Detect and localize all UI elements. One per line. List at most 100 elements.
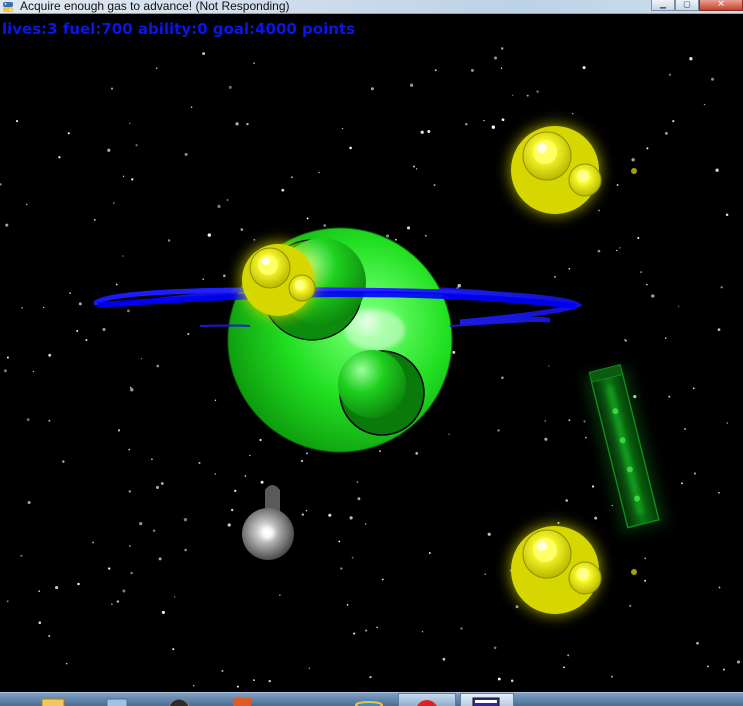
star bbox=[102, 327, 106, 332]
star bbox=[544, 420, 546, 422]
star bbox=[341, 127, 344, 130]
gas-orb[interactable] bbox=[503, 118, 607, 222]
star bbox=[415, 168, 418, 170]
taskbar bbox=[0, 692, 743, 706]
record-icon bbox=[417, 700, 437, 706]
star bbox=[32, 370, 35, 372]
minimize-icon: ▁ bbox=[659, 0, 667, 9]
star bbox=[715, 168, 719, 172]
close-button[interactable]: ✕ bbox=[699, 0, 743, 11]
star bbox=[692, 387, 695, 390]
star bbox=[152, 529, 156, 532]
star bbox=[158, 557, 162, 561]
gas-particle bbox=[631, 569, 637, 575]
star bbox=[135, 144, 138, 147]
maximize-icon: ▢ bbox=[683, 0, 691, 9]
window-icon[interactable] bbox=[102, 695, 132, 706]
star bbox=[230, 508, 234, 512]
planet-crater bbox=[338, 350, 425, 436]
star bbox=[253, 238, 256, 241]
star bbox=[598, 209, 600, 212]
star bbox=[156, 364, 160, 368]
star bbox=[6, 600, 9, 603]
star bbox=[85, 339, 88, 342]
star bbox=[594, 516, 598, 520]
star bbox=[711, 77, 714, 81]
star bbox=[720, 286, 723, 289]
star bbox=[353, 632, 356, 635]
star bbox=[223, 274, 226, 278]
star bbox=[610, 675, 613, 678]
star bbox=[512, 94, 514, 96]
maximize-button[interactable]: ▢ bbox=[675, 0, 699, 11]
star bbox=[500, 67, 503, 69]
star bbox=[637, 236, 640, 240]
star bbox=[379, 450, 381, 453]
star bbox=[129, 545, 131, 547]
star bbox=[668, 395, 671, 398]
star bbox=[452, 350, 456, 354]
star bbox=[214, 473, 217, 475]
star bbox=[536, 90, 539, 93]
minimize-button[interactable]: ▁ bbox=[651, 0, 675, 11]
star bbox=[184, 152, 188, 156]
gas-orb[interactable] bbox=[234, 236, 322, 324]
star bbox=[644, 579, 647, 582]
star bbox=[77, 582, 80, 586]
star bbox=[140, 357, 143, 360]
media-icon[interactable] bbox=[164, 695, 194, 706]
python-icon bbox=[3, 2, 13, 12]
star bbox=[155, 67, 158, 70]
star bbox=[253, 62, 255, 64]
star bbox=[412, 165, 416, 168]
game-canvas[interactable] bbox=[0, 14, 743, 692]
star bbox=[128, 490, 132, 493]
star bbox=[279, 594, 281, 596]
star bbox=[268, 679, 271, 683]
star bbox=[497, 677, 501, 681]
star bbox=[305, 509, 308, 512]
hud-status: lives:3 fuel:700 ability:0 goal:4000 poi… bbox=[2, 20, 355, 38]
star bbox=[48, 353, 52, 357]
star bbox=[428, 551, 431, 555]
star bbox=[55, 586, 59, 590]
star bbox=[369, 675, 372, 679]
star bbox=[244, 475, 247, 477]
star bbox=[139, 522, 143, 526]
star bbox=[415, 452, 419, 455]
star bbox=[349, 146, 352, 150]
star bbox=[718, 586, 721, 589]
star bbox=[107, 148, 111, 152]
ie-icon[interactable] bbox=[354, 695, 384, 706]
star bbox=[76, 330, 79, 332]
office-icon[interactable] bbox=[227, 695, 257, 706]
star bbox=[597, 249, 601, 253]
star bbox=[611, 504, 613, 507]
star bbox=[487, 532, 491, 536]
star bbox=[651, 294, 655, 298]
taskbar-button-active[interactable] bbox=[460, 693, 514, 706]
star bbox=[249, 454, 251, 457]
star bbox=[306, 217, 309, 220]
star bbox=[130, 388, 134, 392]
star bbox=[281, 188, 285, 192]
star bbox=[677, 305, 680, 308]
star bbox=[214, 399, 217, 401]
star bbox=[110, 87, 114, 90]
star bbox=[421, 631, 424, 633]
gas-orb[interactable] bbox=[503, 518, 607, 622]
star bbox=[207, 233, 211, 237]
star bbox=[228, 85, 232, 89]
star bbox=[703, 103, 706, 106]
star bbox=[150, 458, 153, 461]
title-bar[interactable]: Acquire enough gas to advance! (Not Resp… bbox=[0, 0, 743, 14]
folder-icon[interactable] bbox=[38, 695, 68, 706]
star bbox=[38, 590, 41, 593]
star bbox=[381, 578, 384, 581]
taskbar-button[interactable] bbox=[398, 693, 456, 706]
star bbox=[117, 429, 121, 432]
star bbox=[370, 87, 374, 91]
star bbox=[190, 106, 193, 108]
star bbox=[501, 118, 505, 122]
star bbox=[227, 523, 231, 527]
